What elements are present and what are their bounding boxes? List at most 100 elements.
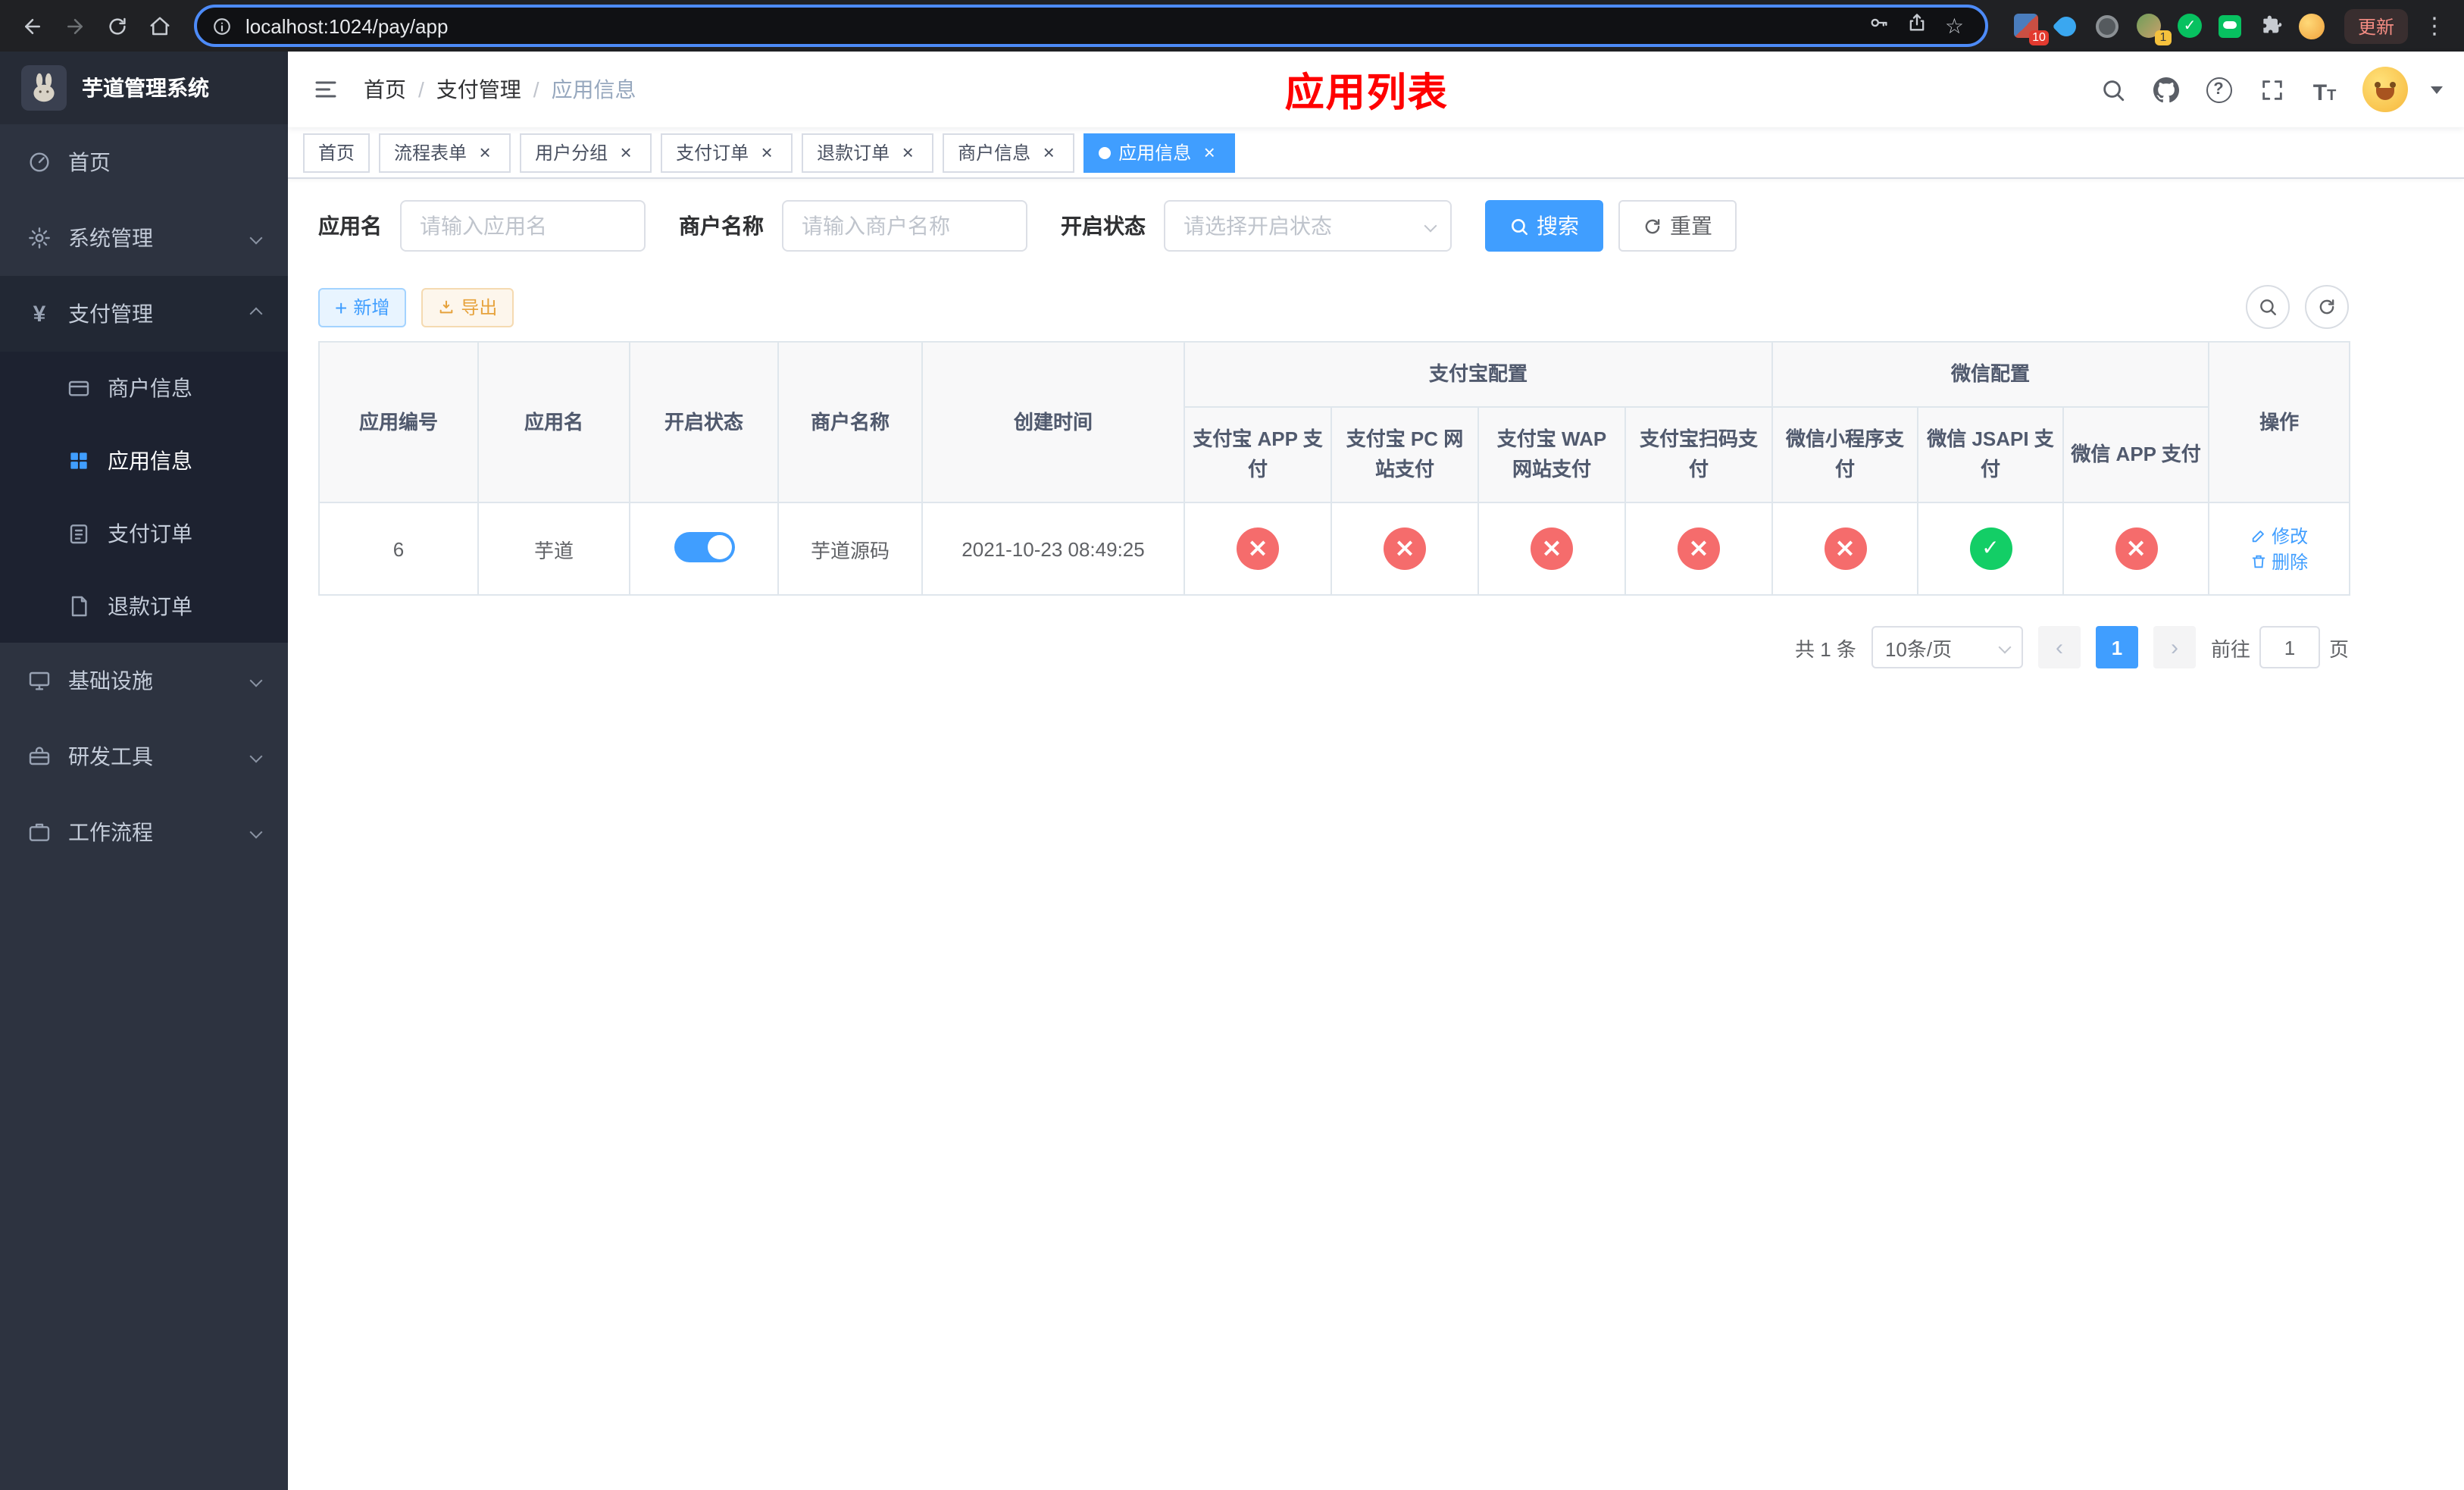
- browser-menu-icon[interactable]: ⋮: [2417, 12, 2452, 39]
- extension-check-icon[interactable]: ✓: [2176, 12, 2203, 39]
- edit-link[interactable]: 修改: [2250, 524, 2308, 549]
- goto-page-input[interactable]: [2259, 626, 2320, 669]
- cell-app-id: 6: [318, 502, 479, 596]
- breadcrumb-home[interactable]: 首页: [364, 74, 406, 105]
- app-title: 芋道管理系统: [82, 76, 209, 100]
- tab-refund-orders[interactable]: 退款订单 ×: [802, 133, 934, 172]
- sidebar-toggle-icon[interactable]: [309, 73, 342, 106]
- share-icon[interactable]: [1907, 11, 1928, 40]
- sidebar-item-workflow[interactable]: 工作流程: [0, 794, 288, 870]
- omnibox-actions: ☆: [1869, 11, 1976, 40]
- delete-link[interactable]: 删除: [2250, 549, 2308, 575]
- status-toggle[interactable]: [674, 531, 734, 562]
- close-icon[interactable]: ×: [1038, 142, 1059, 163]
- browser-back-icon[interactable]: [12, 6, 52, 45]
- topbar-actions: ? TT: [2097, 67, 2443, 112]
- browser-update-button[interactable]: 更新: [2344, 8, 2408, 43]
- chevron-down-icon: [249, 674, 263, 687]
- breadcrumb-payment[interactable]: 支付管理: [436, 74, 521, 105]
- app-logo: [21, 65, 67, 111]
- briefcase-icon: [27, 820, 52, 844]
- url-bar[interactable]: localhost:1024/pay/app ☆: [194, 5, 1988, 47]
- sidebar-item-refund-orders[interactable]: 退款订单: [0, 570, 288, 643]
- page-size-select[interactable]: 10条/页: [1871, 626, 2023, 669]
- password-key-icon[interactable]: [1869, 11, 1890, 40]
- next-page-button[interactable]: ›: [2153, 626, 2196, 669]
- close-icon[interactable]: ×: [1199, 142, 1220, 163]
- extension-drop-icon[interactable]: [2053, 11, 2081, 40]
- gear-icon: [27, 226, 52, 250]
- close-icon[interactable]: ×: [756, 142, 777, 163]
- search-icon[interactable]: [2097, 74, 2128, 105]
- status-select[interactable]: 请选择开启状态: [1164, 200, 1452, 252]
- monitor-icon: [27, 668, 52, 693]
- search-button[interactable]: 搜索: [1485, 200, 1603, 252]
- sidebar-item-dev-tools[interactable]: 研发工具: [0, 718, 288, 794]
- extensions-area: 10 1 ✓: [2003, 11, 2335, 45]
- chevron-down-icon: [249, 750, 263, 763]
- config-status-icon: [1678, 527, 1720, 571]
- site-info-icon[interactable]: [206, 11, 236, 41]
- sidebar-group-payment: ¥ 支付管理 商户信息 应用信息 支付订单 退款订单: [0, 276, 288, 643]
- sidebar-item-label: 支付管理: [68, 302, 153, 326]
- bank-card-icon: [67, 376, 91, 400]
- col-header-alipay-pc: 支付宝 PC 网站支付: [1330, 406, 1479, 504]
- export-button[interactable]: 导出: [421, 287, 514, 327]
- page-1-button[interactable]: 1: [2095, 626, 2138, 669]
- extension-chat-icon[interactable]: [2217, 12, 2244, 39]
- chevron-down-icon: [249, 231, 263, 245]
- sidebar-item-payment-orders[interactable]: 支付订单: [0, 497, 288, 570]
- config-status-icon: [1531, 527, 1573, 571]
- github-icon[interactable]: [2150, 74, 2181, 105]
- toggle-search-button[interactable]: [2246, 285, 2290, 329]
- extension-avatar-icon[interactable]: 1: [2135, 12, 2172, 45]
- close-icon[interactable]: ×: [474, 142, 496, 163]
- avatar-caret-icon[interactable]: [2431, 86, 2443, 93]
- extensions-puzzle-icon[interactable]: [2258, 12, 2285, 39]
- active-tab-dot: [1099, 146, 1112, 158]
- tab-payment-orders[interactable]: 支付订单 ×: [661, 133, 793, 172]
- sidebar-item-payment-management[interactable]: ¥ 支付管理: [0, 276, 288, 352]
- col-header-alipay-qr: 支付宝扫码支付: [1624, 406, 1774, 504]
- config-status-icon: [1969, 527, 2012, 571]
- sidebar-item-label: 研发工具: [68, 744, 153, 768]
- close-icon[interactable]: ×: [897, 142, 918, 163]
- fullscreen-icon[interactable]: [2256, 74, 2287, 105]
- user-avatar[interactable]: [2362, 67, 2408, 112]
- font-size-icon[interactable]: TT: [2309, 74, 2340, 105]
- sidebar-item-app-info[interactable]: 应用信息: [0, 424, 288, 497]
- browser-home-icon[interactable]: [139, 6, 179, 45]
- reset-button[interactable]: 重置: [1618, 200, 1737, 252]
- tab-app-info[interactable]: 应用信息 ×: [1083, 133, 1236, 172]
- add-button[interactable]: + 新增: [318, 287, 407, 327]
- grid-icon: [67, 449, 91, 473]
- sidebar-item-label: 应用信息: [108, 449, 192, 473]
- chevron-up-icon: [249, 307, 263, 321]
- sidebar-item-system-management[interactable]: 系统管理: [0, 200, 288, 276]
- breadcrumb-current: 应用信息: [551, 77, 636, 102]
- col-header-wechat-app: 微信 APP 支付: [2062, 406, 2210, 504]
- close-icon[interactable]: ×: [615, 142, 636, 163]
- extension-dark-icon[interactable]: [2094, 12, 2122, 39]
- sidebar-item-infrastructure[interactable]: 基础设施: [0, 643, 288, 718]
- merchant-name-input[interactable]: [782, 200, 1027, 252]
- sidebar-logo-row[interactable]: 芋道管理系统: [0, 52, 288, 124]
- browser-refresh-icon[interactable]: [97, 6, 136, 45]
- bookmark-star-icon[interactable]: ☆: [1945, 15, 1964, 36]
- browser-profile-avatar[interactable]: [2299, 12, 2326, 39]
- browser-forward-icon[interactable]: [55, 6, 94, 45]
- help-icon[interactable]: ?: [2203, 74, 2234, 105]
- app-name-input[interactable]: [400, 200, 646, 252]
- tab-merchant-info[interactable]: 商户信息 ×: [943, 133, 1075, 172]
- extension-grid-icon[interactable]: 10: [2012, 12, 2049, 45]
- chevron-down-icon: [1424, 219, 1437, 233]
- sidebar-item-merchant-info[interactable]: 商户信息: [0, 352, 288, 424]
- cell-app-name: 芋道: [477, 502, 630, 596]
- tab-user-group[interactable]: 用户分组 ×: [520, 133, 652, 172]
- prev-page-button[interactable]: ‹: [2037, 626, 2081, 669]
- sidebar-item-home[interactable]: 首页: [0, 124, 288, 200]
- col-header-merchant: 商户名称: [777, 340, 923, 504]
- tab-home[interactable]: 首页: [303, 133, 371, 172]
- tab-process-form[interactable]: 流程表单 ×: [379, 133, 511, 172]
- refresh-table-button[interactable]: [2305, 285, 2349, 329]
